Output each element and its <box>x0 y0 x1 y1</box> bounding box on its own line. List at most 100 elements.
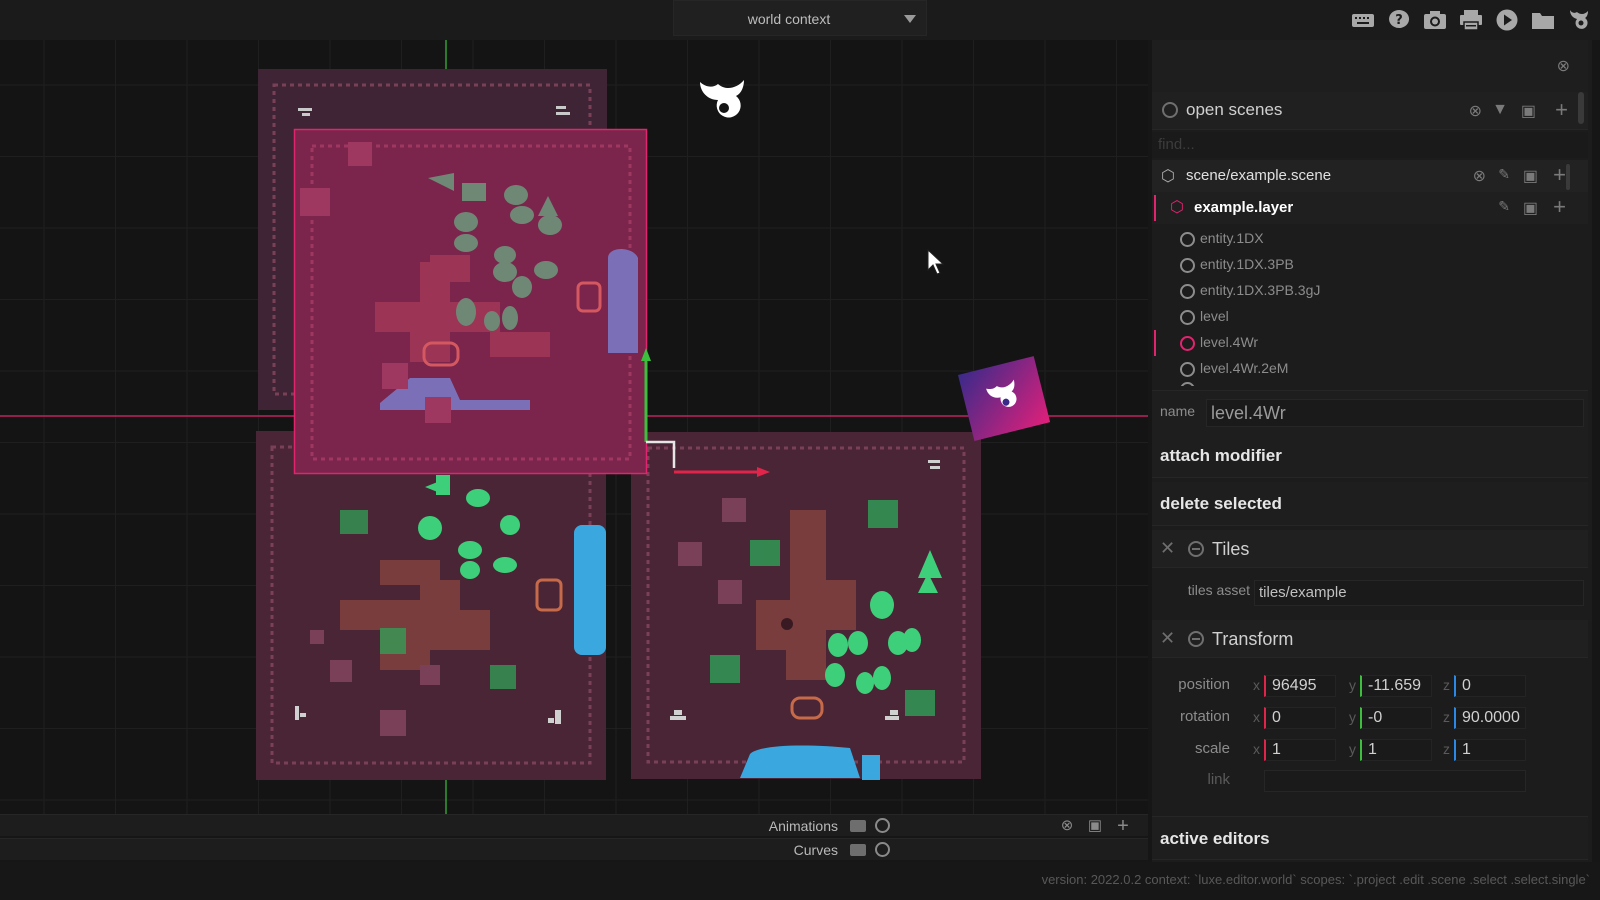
position-x-field[interactable]: 96495 <box>1264 675 1336 697</box>
close-animations-icon[interactable]: ⊗ <box>1058 817 1076 835</box>
active-editors-button[interactable]: active editors <box>1152 816 1588 860</box>
layer-name: example.layer <box>1194 199 1294 216</box>
toggle-icon[interactable] <box>850 844 866 856</box>
edit-layer-icon[interactable]: ✎ <box>1498 198 1510 215</box>
save-scene-icon[interactable]: ▣ <box>1523 166 1538 186</box>
folder-icon[interactable] <box>1530 8 1556 32</box>
level-tile-bottom-left[interactable] <box>256 431 606 780</box>
open-scenes-title: open scenes <box>1186 100 1283 119</box>
filter-icon[interactable]: ▼ <box>1492 101 1508 119</box>
scale-x-field[interactable]: 1 <box>1264 739 1336 761</box>
rotation-label: rotation <box>1179 708 1230 725</box>
link-field[interactable] <box>1264 770 1526 792</box>
close-scene-icon[interactable]: ⊗ <box>1473 166 1486 186</box>
position-label: position <box>1178 676 1230 693</box>
name-row: name level.4Wr <box>1152 390 1588 434</box>
tiles-component-header[interactable]: ✕ Tiles <box>1152 530 1588 568</box>
list-item[interactable]: level.4Wr.2eM <box>1152 356 1577 382</box>
list-item[interactable]: level <box>1152 304 1577 330</box>
list-item[interactable]: entity.1DX.3PB <box>1152 252 1577 278</box>
layer-icon: ⬡ <box>1170 199 1184 216</box>
top-bar: world context ? <box>0 0 1600 40</box>
delete-selected-button[interactable]: delete selected <box>1152 482 1588 526</box>
animations-label: Animations <box>768 818 838 834</box>
status-bar: version: 2022.0.2 context: `luxe.editor.… <box>0 862 1600 900</box>
list-item-selected[interactable]: level.4Wr <box>1152 330 1577 356</box>
edit-scene-icon[interactable]: ✎ <box>1498 166 1510 183</box>
scene-row[interactable]: ⬡ scene/example.scene ⊗ ✎ ▣ + <box>1152 160 1588 192</box>
info-icon[interactable] <box>875 818 890 833</box>
rotation-x-field[interactable]: 0 <box>1264 707 1336 729</box>
collapse-transform-icon[interactable] <box>1188 631 1204 647</box>
save-layer-icon[interactable]: ▣ <box>1523 198 1538 218</box>
info-icon[interactable] <box>875 842 890 857</box>
scale-label: scale <box>1194 740 1230 757</box>
play-icon[interactable] <box>1494 8 1520 32</box>
luxe-logo-sprite[interactable] <box>700 80 744 118</box>
level-tile-selected[interactable] <box>293 128 648 475</box>
tiles-asset-row: tiles asset tiles/example <box>1152 570 1588 618</box>
scene-find-box[interactable]: find... <box>1152 132 1588 158</box>
name-field[interactable]: level.4Wr <box>1206 399 1584 427</box>
scenes-scrollbar[interactable] <box>1578 92 1584 124</box>
scale-y-field[interactable]: 1 <box>1360 739 1432 761</box>
help-icon[interactable]: ? <box>1386 8 1412 32</box>
position-z-field[interactable]: 0 <box>1454 675 1526 697</box>
editor-window: world context ? ⊗ open scenes ⊗ ▼ ▣ + fi… <box>0 0 1600 900</box>
save-animations-icon[interactable]: ▣ <box>1086 817 1104 835</box>
version-text: version: 2022.0.2 context: `luxe.editor.… <box>1041 872 1590 887</box>
scale-z-field[interactable]: 1 <box>1454 739 1526 761</box>
chevron-down-icon <box>904 15 916 23</box>
save-icon[interactable]: ▣ <box>1521 101 1536 121</box>
curves-strip[interactable]: Curves <box>0 838 1148 860</box>
find-placeholder: find... <box>1158 136 1195 153</box>
attach-modifier-button[interactable]: attach modifier <box>1152 434 1588 478</box>
level-tile-bottom-right[interactable] <box>631 432 981 780</box>
collapse-tiles-icon[interactable] <box>1188 541 1204 557</box>
remove-transform-icon[interactable]: ✕ <box>1160 628 1175 649</box>
scene-viewport[interactable] <box>0 40 1148 814</box>
inspector-panel: ⊗ open scenes ⊗ ▼ ▣ + find... ⬡ scene/ex… <box>1152 40 1592 862</box>
add-icon[interactable]: + <box>1555 97 1568 123</box>
link-label: link <box>1207 771 1230 788</box>
camera-icon[interactable] <box>1422 8 1448 32</box>
list-item-partial <box>1152 382 1577 386</box>
add-scene-item-icon[interactable]: + <box>1553 162 1566 188</box>
toggle-icon[interactable] <box>850 820 866 832</box>
rotation-y-field[interactable]: -0 <box>1360 707 1432 729</box>
transform-component-header[interactable]: ✕ Transform <box>1152 620 1588 658</box>
context-dropdown[interactable]: world context <box>673 0 927 36</box>
scene-canvas <box>0 40 1148 814</box>
list-scrollbar[interactable] <box>1566 164 1570 190</box>
luxe-logo-icon[interactable] <box>1566 8 1592 32</box>
tiles-asset-label: tiles asset <box>1187 582 1250 598</box>
close-scenes-icon[interactable]: ⊗ <box>1469 101 1482 121</box>
keyboard-icon[interactable] <box>1350 8 1376 32</box>
list-item[interactable]: entity.1DX.3PB.3gJ <box>1152 278 1577 304</box>
remove-tiles-icon[interactable]: ✕ <box>1160 538 1175 559</box>
panel-top: ⊗ <box>1152 40 1588 92</box>
name-label: name <box>1160 403 1196 419</box>
tiles-asset-field[interactable]: tiles/example <box>1254 580 1584 606</box>
transform-title: Transform <box>1212 629 1294 649</box>
close-panel-icon[interactable]: ⊗ <box>1557 56 1570 76</box>
context-label: world context <box>747 11 831 27</box>
list-item[interactable]: entity.1DX <box>1152 226 1577 252</box>
scene-name: scene/example.scene <box>1186 167 1332 184</box>
layer-row[interactable]: ⬡ example.layer ✎ ▣ + <box>1152 192 1588 224</box>
open-scenes-header[interactable]: open scenes ⊗ ▼ ▣ + <box>1152 92 1588 130</box>
tiles-title: Tiles <box>1212 539 1250 559</box>
rotation-z-field[interactable]: 90.0000 <box>1454 707 1526 729</box>
add-animation-icon[interactable]: + <box>1114 816 1132 836</box>
luxe-card-sprite[interactable] <box>958 356 1051 441</box>
collapse-icon[interactable] <box>1162 102 1178 118</box>
position-y-field[interactable]: -11.659 <box>1360 675 1432 697</box>
scene-icon: ⬡ <box>1161 168 1175 185</box>
curves-label: Curves <box>793 842 838 858</box>
animations-strip[interactable]: Animations ⊗ ▣ + <box>0 814 1148 836</box>
svg-text:?: ? <box>1395 13 1403 28</box>
mouse-cursor-icon <box>927 248 945 275</box>
printer-icon[interactable] <box>1458 8 1484 32</box>
add-layer-item-icon[interactable]: + <box>1553 194 1566 220</box>
toolbar-icons: ? <box>1350 8 1592 32</box>
